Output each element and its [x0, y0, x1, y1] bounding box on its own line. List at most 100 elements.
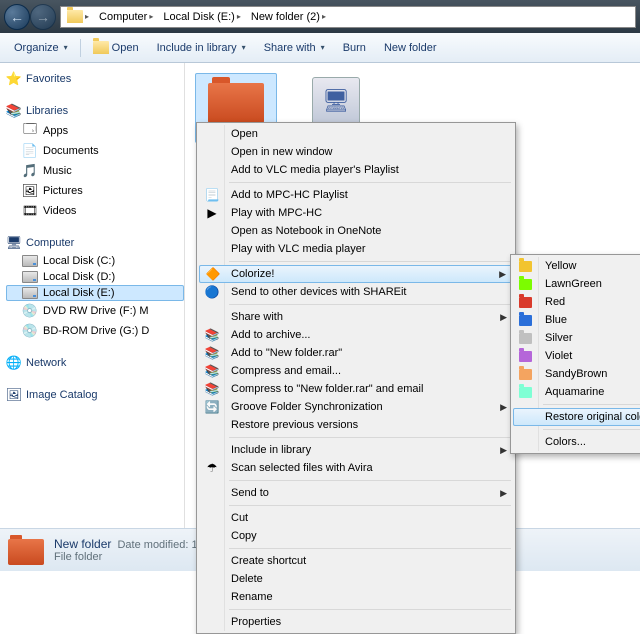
- address-segment[interactable]: New folder (2)▸: [247, 10, 330, 24]
- address-bar[interactable]: ▸ Computer▸ Local Disk (E:)▸ New folder …: [60, 6, 636, 28]
- context-menu-item[interactable]: Open in new window: [199, 143, 513, 161]
- color-menu-item[interactable]: Blue: [513, 311, 640, 329]
- exe-icon: 🖥: [312, 77, 360, 125]
- details-name: New folder: [54, 537, 111, 551]
- details-thumbnail: [8, 535, 44, 565]
- submenu-arrow-icon: ▶: [500, 488, 507, 499]
- menu-item-icon: ▶: [204, 205, 220, 221]
- titlebar: ← → ▸ Computer▸ Local Disk (E:)▸ New fol…: [0, 0, 640, 33]
- context-menu-item[interactable]: ▶Play with MPC-HC: [199, 204, 513, 222]
- context-menu-item[interactable]: Play with VLC media player: [199, 240, 513, 258]
- sidebar-drive-dvd[interactable]: 💿DVD RW Drive (F:) M: [6, 301, 184, 321]
- context-menu-item[interactable]: 📚Compress to "New folder.rar" and email: [199, 380, 513, 398]
- computer-header[interactable]: 🖥Computer: [6, 233, 184, 253]
- image-catalog-header[interactable]: 🖼Image Catalog: [6, 385, 184, 405]
- color-swatch-icon: [519, 261, 532, 272]
- new-folder-button[interactable]: New folder: [376, 39, 445, 57]
- menu-item-icon: 📚: [204, 345, 220, 361]
- context-menu-item[interactable]: 🔄Groove Folder Synchronization▶: [199, 398, 513, 416]
- star-icon: ⭐: [6, 71, 22, 87]
- folder-icon: [93, 41, 109, 54]
- color-menu-item[interactable]: LawnGreen: [513, 275, 640, 293]
- color-menu-item[interactable]: SandyBrown: [513, 365, 640, 383]
- menu-item-icon: 🔵: [204, 284, 220, 300]
- context-menu-item[interactable]: Copy: [199, 527, 513, 545]
- context-menu-item[interactable]: Properties: [199, 613, 513, 631]
- color-swatch-icon: [519, 297, 532, 308]
- submenu-arrow-icon: ▶: [500, 402, 507, 413]
- color-menu-item[interactable]: Red: [513, 293, 640, 311]
- videos-icon: 🎞: [22, 203, 38, 219]
- music-icon: 🎵: [22, 163, 38, 179]
- colorize-submenu: YellowLawnGreenRedBlueSilverVioletSandyB…: [510, 254, 640, 454]
- sidebar-item-documents[interactable]: 📄Documents: [6, 141, 184, 161]
- context-menu-item[interactable]: Add to VLC media player's Playlist: [199, 161, 513, 179]
- color-swatch-icon: [519, 333, 532, 344]
- sidebar-drive-e[interactable]: Local Disk (E:): [6, 285, 184, 301]
- details-modified-label: Date modified:: [117, 539, 188, 551]
- menu-item-icon: 📚: [204, 327, 220, 343]
- organize-button[interactable]: Organize: [6, 39, 76, 57]
- folder-icon: [208, 77, 264, 123]
- context-menu-item[interactable]: 🔶Colorize!▶: [199, 265, 513, 283]
- drive-icon: [22, 255, 38, 267]
- libraries-header[interactable]: 📚Libraries: [6, 101, 184, 121]
- share-with-button[interactable]: Share with: [256, 39, 333, 57]
- sidebar-drive-bd[interactable]: 💿BD-ROM Drive (G:) D: [6, 321, 184, 341]
- color-menu-item[interactable]: Silver: [513, 329, 640, 347]
- pictures-icon: 🖼: [22, 183, 38, 199]
- context-menu-item[interactable]: Cut: [199, 509, 513, 527]
- context-menu: OpenOpen in new windowAdd to VLC media p…: [196, 122, 516, 634]
- context-menu-item[interactable]: Restore previous versions: [199, 416, 513, 434]
- color-menu-item[interactable]: Violet: [513, 347, 640, 365]
- nav-back-button[interactable]: ←: [4, 4, 30, 30]
- context-menu-item[interactable]: 📚Add to "New folder.rar": [199, 344, 513, 362]
- color-swatch-icon: [519, 369, 532, 380]
- color-menu-item[interactable]: Restore original color: [513, 408, 640, 426]
- context-menu-item[interactable]: Share with▶: [199, 308, 513, 326]
- favorites-header[interactable]: ⭐Favorites: [6, 69, 184, 89]
- menu-item-icon: 📚: [204, 363, 220, 379]
- drive-icon: [22, 287, 38, 299]
- computer-icon: 🖥: [6, 235, 22, 251]
- context-menu-item[interactable]: Open: [199, 125, 513, 143]
- color-swatch-icon: [519, 279, 532, 290]
- burn-button[interactable]: Burn: [335, 39, 374, 57]
- context-menu-item[interactable]: 📃Add to MPC-HC Playlist: [199, 186, 513, 204]
- menu-item-icon: 📃: [204, 187, 220, 203]
- color-swatch-icon: [519, 351, 532, 362]
- sidebar-item-pictures[interactable]: 🖼Pictures: [6, 181, 184, 201]
- context-menu-item[interactable]: Create shortcut: [199, 552, 513, 570]
- sidebar-item-apps[interactable]: 🗔Apps: [6, 121, 184, 141]
- context-menu-item[interactable]: Send to▶: [199, 484, 513, 502]
- network-header[interactable]: 🌐Network: [6, 353, 184, 373]
- context-menu-item[interactable]: ☂Scan selected files with Avira: [199, 459, 513, 477]
- context-menu-item[interactable]: 📚Compress and email...: [199, 362, 513, 380]
- sidebar-drive-d[interactable]: Local Disk (D:): [6, 269, 184, 285]
- address-segment[interactable]: Computer▸: [95, 10, 157, 24]
- color-menu-item[interactable]: Yellow: [513, 257, 640, 275]
- address-segment[interactable]: Local Disk (E:)▸: [159, 10, 245, 24]
- menu-item-icon: 📚: [204, 381, 220, 397]
- nav-forward-button[interactable]: →: [30, 4, 56, 30]
- color-swatch-icon: [519, 315, 532, 326]
- dvd-icon: 💿: [22, 303, 38, 319]
- color-swatch-icon: [519, 387, 532, 398]
- sidebar-item-music[interactable]: 🎵Music: [6, 161, 184, 181]
- context-menu-item[interactable]: 🔵Send to other devices with SHAREit: [199, 283, 513, 301]
- sidebar-item-videos[interactable]: 🎞Videos: [6, 201, 184, 221]
- include-library-button[interactable]: Include in library: [149, 39, 254, 57]
- address-root-icon[interactable]: ▸: [63, 9, 93, 24]
- sidebar-drive-c[interactable]: Local Disk (C:): [6, 253, 184, 269]
- submenu-arrow-icon: ▶: [500, 312, 507, 323]
- open-button[interactable]: Open: [85, 38, 147, 57]
- menu-item-icon: ☂: [204, 460, 220, 476]
- context-menu-item[interactable]: Delete: [199, 570, 513, 588]
- context-menu-item[interactable]: 📚Add to archive...: [199, 326, 513, 344]
- color-menu-item[interactable]: Aquamarine: [513, 383, 640, 401]
- context-menu-item[interactable]: Open as Notebook in OneNote: [199, 222, 513, 240]
- color-menu-item[interactable]: Colors...: [513, 433, 640, 451]
- context-menu-item[interactable]: Include in library▶: [199, 441, 513, 459]
- documents-icon: 📄: [22, 143, 38, 159]
- context-menu-item[interactable]: Rename: [199, 588, 513, 606]
